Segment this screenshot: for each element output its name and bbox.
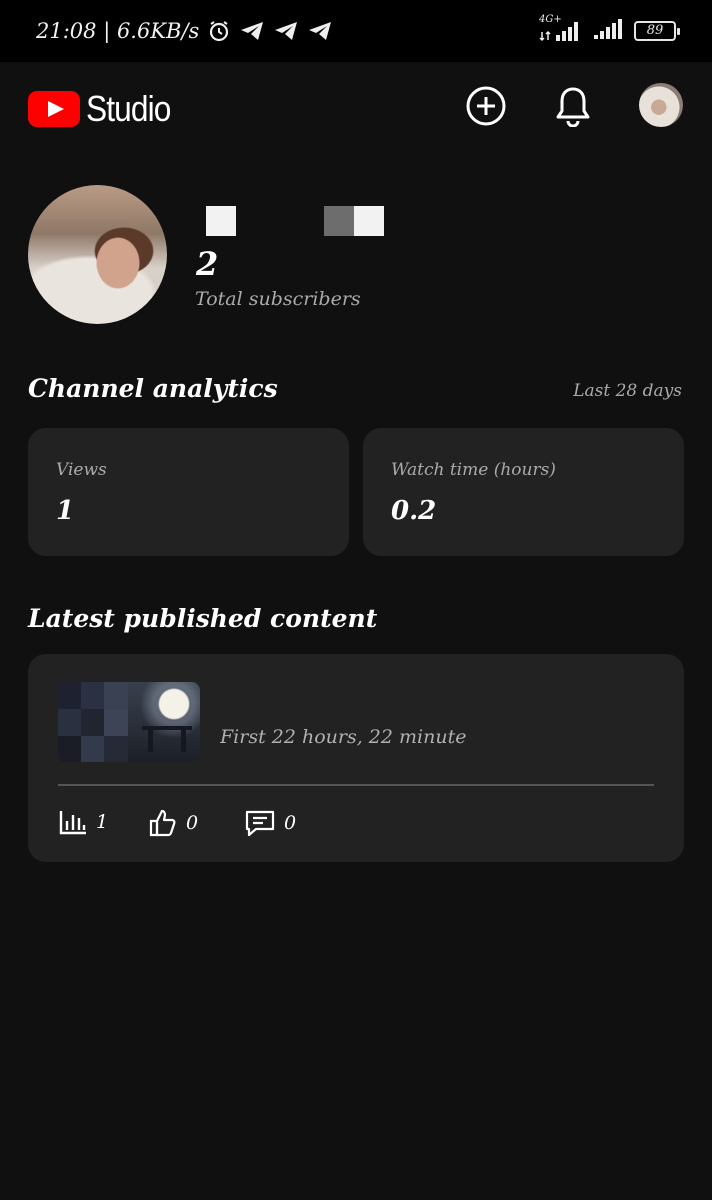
likes-count: 0: [186, 812, 199, 834]
thumbnail-ruins: [142, 726, 192, 752]
likes-metric: 0: [148, 808, 198, 838]
comments-metric: 0: [244, 808, 296, 838]
notifications-button[interactable]: [549, 82, 597, 130]
redacted-channel-name: [206, 206, 236, 236]
bar-chart-icon: [59, 811, 86, 835]
telegram-icon: [239, 20, 265, 42]
latest-content-title: Latest published content: [28, 604, 378, 633]
redacted-channel-name: [324, 206, 354, 236]
views-metric: 1: [58, 808, 108, 836]
subscriber-label: Total subscribers: [195, 288, 361, 310]
alarm-icon: [207, 19, 231, 43]
logo-text: Studio: [86, 88, 171, 129]
redacted-channel-name: [354, 206, 384, 236]
channel-summary: 2 Total subscribers: [28, 185, 684, 325]
telegram-icon: [273, 20, 299, 42]
create-icon: [466, 86, 506, 126]
stat-value: 1: [56, 496, 75, 526]
signal-icon: [592, 16, 626, 46]
subscriber-count: 2: [196, 245, 219, 283]
signal-4g-icon: 4G+: [538, 14, 584, 44]
status-right: 4G+ 89: [538, 14, 680, 46]
video-caption: First 22 hours, 22 minute: [220, 726, 467, 748]
views-card[interactable]: Views 1: [28, 428, 349, 556]
divider: [58, 784, 654, 786]
stat-label: Watch time (hours): [391, 460, 556, 480]
thumbs-up-icon: [149, 809, 176, 837]
youtube-studio-logo[interactable]: Studio: [28, 88, 182, 130]
channel-avatar[interactable]: [28, 185, 167, 324]
notifications-icon: [556, 87, 590, 127]
battery-icon: 89: [634, 21, 680, 41]
pixelated-region: [58, 682, 128, 762]
watch-time-card[interactable]: Watch time (hours) 0.2: [363, 428, 684, 556]
app-bar: Studio: [0, 62, 712, 150]
stat-value: 0.2: [391, 496, 437, 526]
status-time-speed: 21:08 | 6.6KB/s: [36, 19, 200, 43]
views-count: 1: [96, 811, 109, 833]
analytics-period: Last 28 days: [573, 381, 682, 401]
account-avatar[interactable]: [639, 83, 683, 127]
stat-label: Views: [56, 460, 107, 480]
comment-icon: [245, 810, 275, 837]
latest-content-card[interactable]: First 22 hours, 22 minute 1 0 0: [28, 654, 684, 862]
comments-count: 0: [284, 812, 297, 834]
create-button[interactable]: [462, 82, 510, 130]
analytics-title: Channel analytics: [28, 374, 278, 403]
telegram-icon: [307, 20, 333, 42]
status-left: 21:08 | 6.6KB/s: [36, 19, 333, 43]
status-bar: 21:08 | 6.6KB/s 4G+ 89: [0, 0, 712, 62]
youtube-play-icon: [28, 91, 80, 127]
video-thumbnail[interactable]: [58, 682, 200, 762]
